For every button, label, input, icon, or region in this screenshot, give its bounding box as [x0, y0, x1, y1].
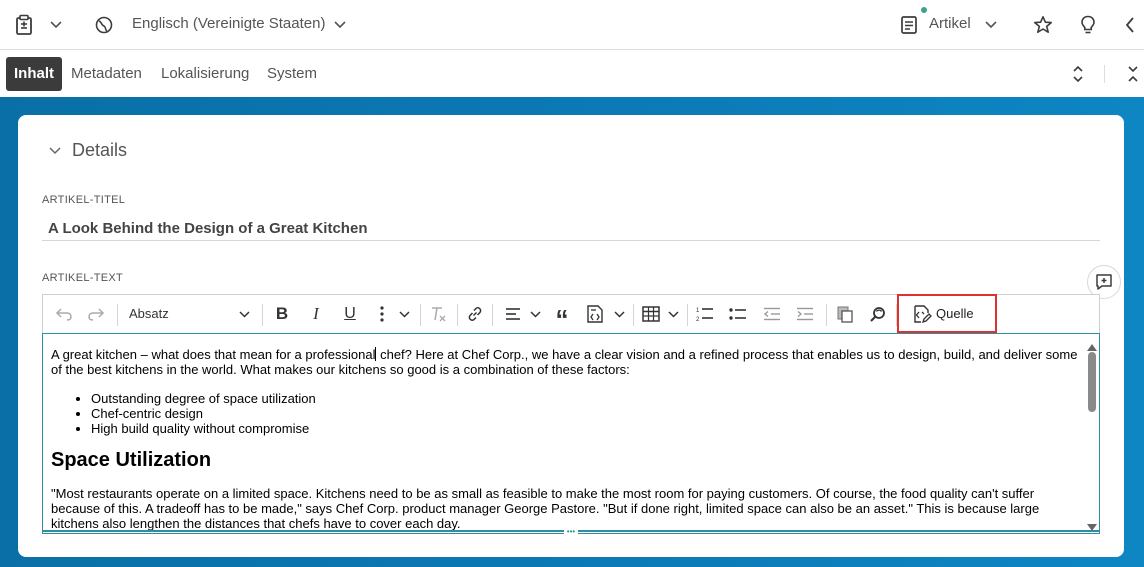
chevron-down-icon — [48, 146, 62, 156]
source-snippet-icon[interactable] — [583, 303, 607, 325]
title-underline — [42, 240, 1100, 241]
table-icon[interactable] — [640, 303, 662, 325]
link-icon[interactable] — [464, 303, 486, 325]
locale-selector[interactable]: Englisch (Vereinigte Staaten) — [132, 15, 325, 32]
toolbar-separator — [492, 304, 493, 326]
editor-scrollbar[interactable] — [1085, 336, 1099, 531]
svg-text:2: 2 — [696, 317, 700, 322]
source-button-label[interactable]: Quelle — [936, 306, 974, 321]
redo-icon[interactable] — [85, 303, 107, 325]
undo-icon[interactable] — [53, 303, 75, 325]
underline-icon[interactable]: U — [339, 303, 361, 325]
article-doc-icon[interactable] — [898, 14, 920, 36]
more-chevron-down-icon[interactable] — [396, 303, 412, 325]
tab-lokalisierung[interactable]: Lokalisierung — [161, 57, 249, 91]
locale-chevron-down-icon[interactable] — [332, 17, 348, 33]
toolbar-separator — [117, 304, 118, 326]
scroll-thumb[interactable] — [1088, 352, 1096, 412]
align-chevron-down-icon[interactable] — [527, 303, 543, 325]
article-text-editor[interactable]: A great kitchen – what does that mean fo… — [42, 333, 1100, 534]
expand-collapse-icon[interactable] — [1070, 63, 1086, 85]
add-comment-icon — [1095, 273, 1113, 291]
article-text-label: ARTIKEL-TEXT — [42, 272, 124, 284]
paragraph-style-dropdown[interactable]: Absatz — [129, 306, 169, 321]
table-chevron-down-icon[interactable] — [665, 303, 681, 325]
tab-inhalt[interactable]: Inhalt — [6, 57, 62, 91]
editor-resize-handle[interactable]: ••• — [42, 527, 1100, 536]
toolbar-separator — [420, 304, 421, 326]
toolbar-separator — [633, 304, 634, 326]
blockquote-icon[interactable]: “ — [551, 303, 573, 332]
italic-icon[interactable]: I — [305, 303, 327, 325]
list-item: Outstanding degree of space utilization — [91, 391, 1081, 406]
collapse-all-icon[interactable] — [1126, 63, 1140, 85]
paste-text-icon[interactable] — [834, 303, 856, 325]
svg-text:1: 1 — [696, 308, 700, 314]
details-section-header[interactable]: Details — [48, 140, 127, 161]
intro-paragraph: A great kitchen – what does that mean fo… — [51, 347, 1081, 377]
editor-content[interactable]: A great kitchen – what does that mean fo… — [51, 347, 1081, 533]
document-clipboard-icon[interactable] — [12, 13, 36, 37]
factors-list: Outstanding degree of space utilization … — [91, 391, 1081, 436]
align-left-icon[interactable] — [502, 303, 524, 325]
outdent-icon[interactable] — [761, 303, 783, 325]
list-item: High build quality without compromise — [91, 421, 1081, 436]
bold-icon[interactable]: B — [271, 303, 293, 325]
list-item: Chef-centric design — [91, 406, 1081, 421]
indent-icon[interactable] — [794, 303, 816, 325]
paragraph-chevron-down-icon[interactable] — [236, 303, 252, 325]
doctype-chevron-down-icon[interactable] — [983, 17, 999, 33]
toolbar-separator — [457, 304, 458, 326]
snippet-chevron-down-icon[interactable] — [611, 303, 627, 325]
toolbar-separator — [262, 304, 263, 326]
resize-grip-icon[interactable]: ••• — [564, 527, 578, 536]
status-dot — [921, 7, 927, 13]
find-replace-icon[interactable] — [867, 303, 889, 325]
section-heading: Space Utilization — [51, 449, 212, 471]
article-title-label: ARTIKEL-TITEL — [42, 194, 126, 206]
tab-bar: Inhalt Metadaten Lokalisierung System — [0, 51, 1144, 97]
globe-icon[interactable] — [93, 14, 115, 36]
doctype-selector[interactable]: Artikel — [929, 15, 971, 32]
article-title-input[interactable]: A Look Behind the Design of a Great Kitc… — [48, 220, 367, 237]
body-paragraph: "Most restaurants operate on a limited s… — [51, 486, 1040, 531]
details-section-title: Details — [72, 140, 128, 160]
clear-formatting-icon[interactable] — [427, 303, 449, 325]
lightbulb-icon[interactable] — [1077, 14, 1099, 36]
collapse-left-icon[interactable] — [1121, 14, 1139, 36]
chevron-down-icon[interactable] — [48, 17, 64, 33]
bulleted-list-icon[interactable] — [727, 303, 749, 325]
toolbar-separator — [687, 304, 688, 326]
top-bar: Englisch (Vereinigte Staaten) Artikel — [0, 0, 1144, 50]
tab-divider — [1104, 65, 1105, 83]
intro-text-before-caret: A great kitchen – what does that mean fo… — [51, 347, 376, 362]
more-options-icon[interactable] — [371, 303, 393, 325]
toolbar-separator — [826, 304, 827, 326]
tab-metadaten[interactable]: Metadaten — [71, 57, 142, 91]
star-icon[interactable] — [1032, 14, 1054, 36]
tab-system[interactable]: System — [267, 57, 317, 91]
numbered-list-icon[interactable]: 12 — [694, 303, 716, 325]
